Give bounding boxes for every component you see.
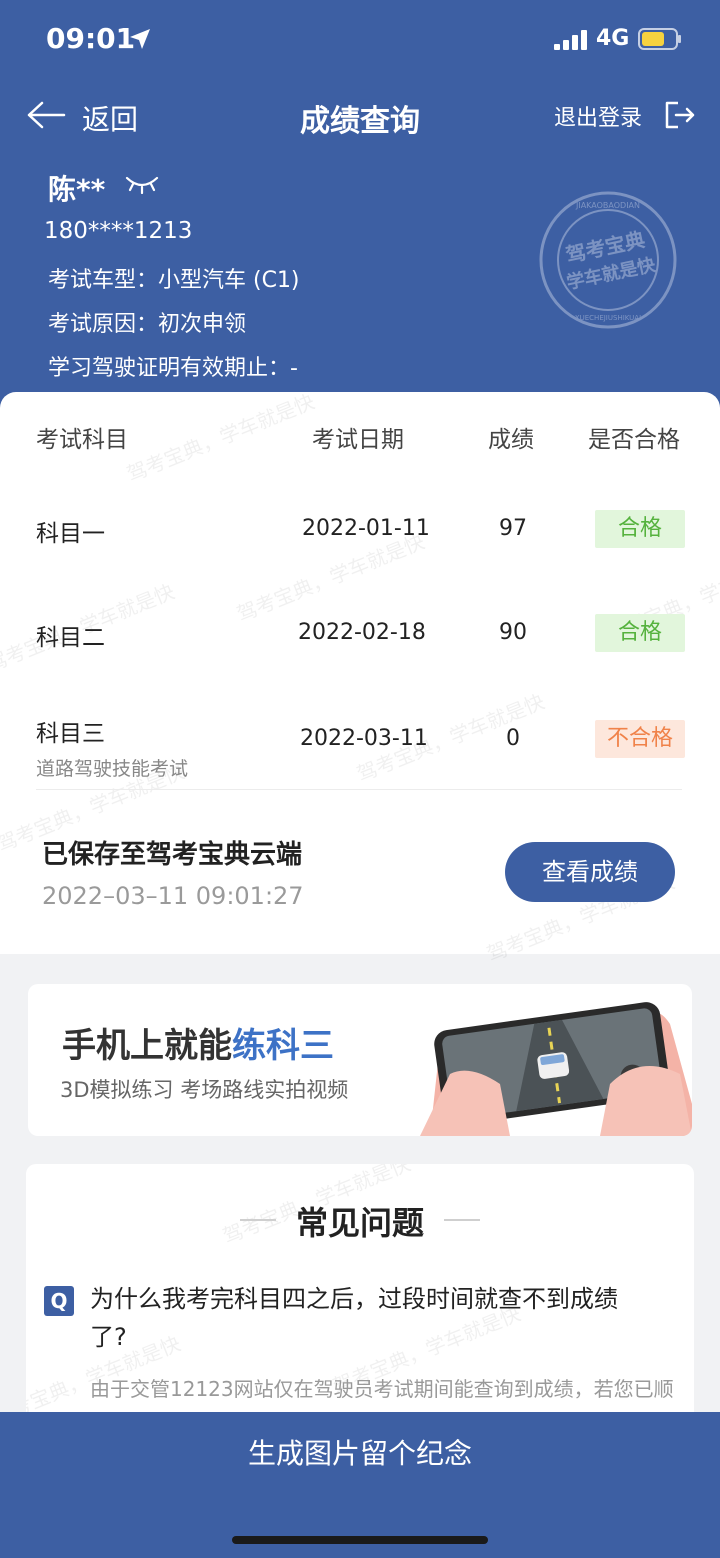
logout-button[interactable]: 退出登录 xyxy=(554,100,642,132)
stamp-bottom-text: XUECHEJIUSHIKUAI xyxy=(575,314,641,322)
pass-badge: 合格 xyxy=(595,614,685,652)
phone-in-hands-illustration xyxy=(420,1002,692,1136)
vehicle-type: 考试车型：小型汽车 (C1) xyxy=(48,268,300,293)
saved-time: 2022–03–11 09:01:27 xyxy=(42,882,304,910)
promo-banner[interactable]: 手机上就能练科三 3D模拟练习 考场路线实拍视频 xyxy=(28,984,692,1136)
banner-title-prefix: 手机上就能 xyxy=(62,1026,232,1066)
header-score: 成绩 xyxy=(488,427,534,453)
header-date: 考试日期 xyxy=(312,427,404,453)
back-arrow-icon[interactable] xyxy=(26,100,66,130)
stamp-top-text: JIAKAOBAODIAN xyxy=(575,201,640,210)
exam-date: 2022-02-18 xyxy=(298,620,426,645)
status-time: 09:01 xyxy=(46,22,136,55)
user-name: 陈** xyxy=(48,173,106,206)
home-indicator[interactable] xyxy=(232,1536,488,1544)
banner-title-highlight: 练科三 xyxy=(232,1026,334,1066)
exam-reason: 考试原因：初次申领 xyxy=(48,312,247,337)
banner-title: 手机上就能练科三 xyxy=(62,1018,334,1067)
exam-date: 2022-01-11 xyxy=(302,516,430,541)
watermark: 驾考宝典，学车就是快 xyxy=(123,389,318,487)
faq-question[interactable]: 为什么我考完科目四之后，过段时间就查不到成绩了? xyxy=(90,1280,650,1356)
results-card: 驾考宝典，学车就是快 驾考宝典，学车就是快 驾考宝典，学车就是快 驾考宝典，学车… xyxy=(0,389,720,966)
banner-subtitle: 3D模拟练习 考场路线实拍视频 xyxy=(60,1078,349,1102)
generate-image-button[interactable]: 生成图片留个纪念 xyxy=(0,1432,720,1472)
battery-icon xyxy=(638,28,681,50)
title-decor-line xyxy=(444,1219,480,1221)
exam-date: 2022-03-11 xyxy=(300,726,428,751)
header: 09:01 4G 返回 成绩查询 退出登录 陈** 180****1213 考试… xyxy=(0,0,720,420)
location-arrow-icon xyxy=(130,29,150,49)
subject-name: 科目三 xyxy=(36,721,105,747)
permit-valid-date: 学习驾驶证明有效期止：- xyxy=(48,356,298,381)
exam-score: 90 xyxy=(499,620,527,645)
faq-title: 常见问题 xyxy=(295,1204,424,1242)
network-type: 4G xyxy=(596,26,630,51)
question-icon: Q xyxy=(44,1286,74,1316)
subject-name: 科目二 xyxy=(36,625,105,651)
nav-bar: 返回 成绩查询 退出登录 xyxy=(0,86,720,146)
logout-icon[interactable] xyxy=(664,100,696,130)
saved-title: 已保存至驾考宝典云端 xyxy=(42,840,303,870)
pass-badge: 合格 xyxy=(595,510,685,548)
fail-badge: 不合格 xyxy=(595,720,685,758)
bottom-bar: 生成图片留个纪念 xyxy=(0,1412,720,1558)
header-subject: 考试科目 xyxy=(36,427,128,453)
exam-score: 0 xyxy=(506,726,520,751)
exam-score: 97 xyxy=(499,516,527,541)
status-bar: 09:01 4G xyxy=(0,0,720,80)
header-pass: 是否合格 xyxy=(588,427,680,453)
user-phone: 180****1213 xyxy=(44,218,193,244)
divider xyxy=(36,789,682,790)
back-button[interactable]: 返回 xyxy=(82,98,138,138)
signal-icon xyxy=(554,30,587,50)
eye-closed-icon[interactable] xyxy=(124,172,160,194)
subject-name: 科目一 xyxy=(36,521,105,547)
brand-stamp-logo: JIAKAOBAODIAN 驾考宝典 学车就是快 XUECHEJIUSHIKUA… xyxy=(539,191,677,329)
view-score-button[interactable]: 查看成绩 xyxy=(505,842,675,902)
subject-subtitle: 道路驾驶技能考试 xyxy=(36,758,189,780)
